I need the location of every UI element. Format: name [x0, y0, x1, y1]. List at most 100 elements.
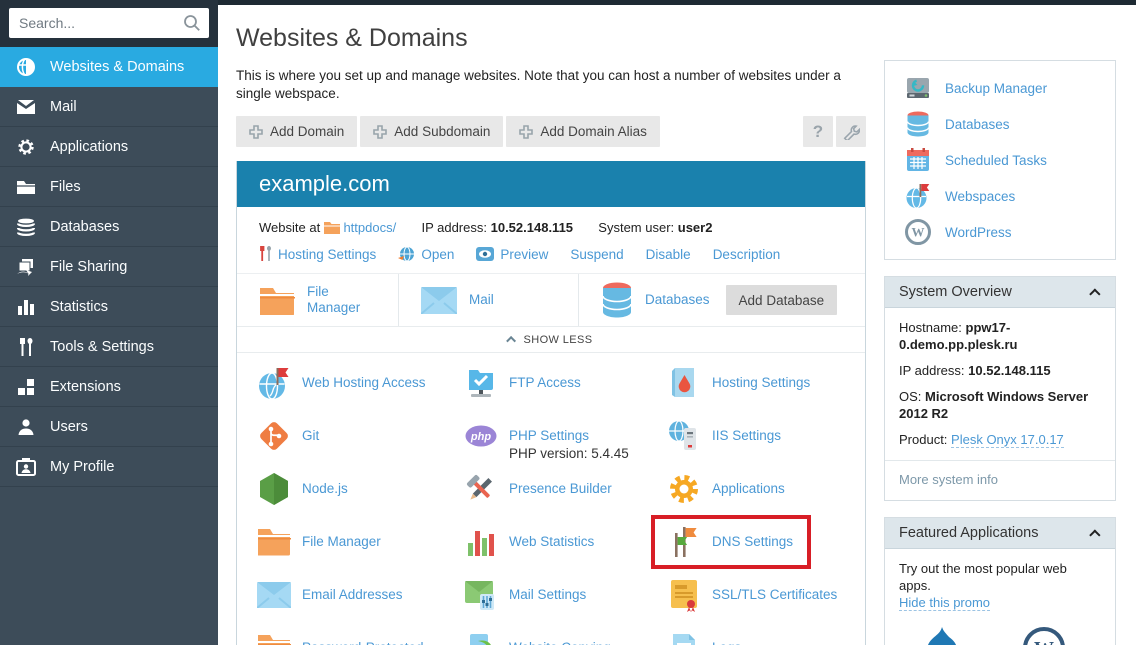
mail-shortcut[interactable]: Mail	[399, 274, 579, 326]
tools-icon	[15, 337, 37, 357]
wrench-icon	[843, 123, 860, 140]
sidebar-item-tools-settings[interactable]: Tools & Settings	[0, 327, 218, 367]
logs-icon	[667, 631, 701, 645]
share-icon	[15, 257, 37, 277]
backup-drive-icon	[905, 75, 931, 101]
page-description: This is where you set up and manage webs…	[236, 67, 862, 103]
help-button[interactable]: ?	[803, 116, 833, 147]
database-icon	[905, 111, 931, 137]
folder-icon	[257, 525, 291, 559]
grid-item-logs[interactable]: Logs	[667, 621, 865, 645]
gear-icon	[15, 137, 37, 157]
grid-item-email-addresses[interactable]: Email Addresses	[257, 568, 464, 621]
sidebar-item-my-profile[interactable]: My Profile	[0, 447, 218, 487]
rail-item-scheduled-tasks[interactable]: Scheduled Tasks	[885, 142, 1115, 178]
show-less-toggle[interactable]: SHOW LESS	[237, 326, 865, 353]
description-link[interactable]: Description	[713, 247, 781, 262]
grid-item-web-hosting-access[interactable]: Web Hosting Access	[257, 356, 464, 409]
grid-item-php-settings[interactable]: php PHP SettingsPHP version: 5.4.45	[464, 409, 667, 462]
iis-server-icon	[667, 419, 701, 453]
right-rail: Backup Manager Databases Scheduled Tasks…	[884, 60, 1116, 645]
domain-name: example.com	[259, 171, 390, 197]
rail-item-backup-manager[interactable]: Backup Manager	[885, 70, 1115, 106]
sidebar-item-label: Files	[50, 179, 81, 195]
sidebar-item-users[interactable]: Users	[0, 407, 218, 447]
sidebar-item-label: Databases	[50, 219, 119, 235]
sidebar: Websites & Domains Mail Applications Fil…	[0, 0, 218, 645]
add-subdomain-button[interactable]: Add Subdomain	[360, 116, 503, 147]
php-icon: php	[464, 419, 498, 453]
folder-icon	[15, 177, 37, 197]
main-column: Websites & Domains This is where you set…	[236, 5, 866, 645]
drupal-app-tile[interactable]: Drupal	[923, 627, 963, 645]
domain-card-header: example.com	[237, 161, 865, 207]
add-domain-button[interactable]: Add Domain	[236, 116, 357, 147]
sidebar-item-files[interactable]: Files	[0, 167, 218, 207]
httpdocs-link[interactable]: httpdocs/	[343, 220, 396, 235]
bar-chart-icon	[15, 297, 37, 317]
tools-icon	[259, 246, 272, 262]
copy-page-icon	[464, 631, 498, 645]
globe-flag-icon	[257, 366, 291, 400]
product-line: Product: Plesk Onyx 17.0.17	[899, 431, 1101, 448]
system-overview-header[interactable]: System Overview	[885, 277, 1115, 308]
featured-apps-row: Drupal W WordPress	[899, 627, 1101, 645]
suspend-link[interactable]: Suspend	[570, 247, 623, 262]
eye-icon	[476, 247, 494, 261]
grid-item-iis-settings[interactable]: IIS Settings	[667, 409, 865, 462]
wordpress-app-tile[interactable]: W WordPress	[1011, 627, 1078, 645]
grid-item-ftp-access[interactable]: FTP Access	[464, 356, 667, 409]
rail-item-webspaces[interactable]: Webspaces	[885, 178, 1115, 214]
sidebar-item-mail[interactable]: Mail	[0, 87, 218, 127]
disable-link[interactable]: Disable	[646, 247, 691, 262]
featured-applications-header[interactable]: Featured Applications	[885, 518, 1115, 549]
add-domain-alias-button[interactable]: Add Domain Alias	[506, 116, 660, 147]
more-system-info-link[interactable]: More system info	[899, 472, 998, 487]
grid-item-dns-settings[interactable]: DNS Settings	[667, 515, 865, 568]
sidebar-item-applications[interactable]: Applications	[0, 127, 218, 167]
rail-item-wordpress[interactable]: W WordPress	[885, 214, 1115, 250]
mail-icon	[421, 287, 457, 314]
tools-panel: Backup Manager Databases Scheduled Tasks…	[884, 60, 1116, 260]
grid-item-applications[interactable]: Applications	[667, 462, 865, 515]
extensions-icon	[15, 377, 37, 397]
grid-item-password-protected[interactable]: Password-Protected	[257, 621, 464, 645]
certificate-icon	[667, 578, 701, 612]
sidebar-item-label: Users	[50, 419, 88, 435]
search-icon[interactable]	[182, 13, 202, 36]
grid-item-presence-builder[interactable]: Presence Builder	[464, 462, 667, 515]
databases-shortcut[interactable]: Databases Add Database	[579, 274, 865, 326]
hosting-settings-link[interactable]: Hosting Settings	[259, 246, 376, 262]
sidebar-item-statistics[interactable]: Statistics	[0, 287, 218, 327]
settings-wrench-button[interactable]	[836, 116, 866, 147]
plus-icon	[249, 125, 263, 139]
open-site-link[interactable]: Open	[398, 246, 454, 262]
grid-item-file-manager[interactable]: File Manager	[257, 515, 464, 568]
preview-link[interactable]: Preview	[476, 247, 548, 262]
grid-item-mail-settings[interactable]: Mail Settings	[464, 568, 667, 621]
mail-sliders-icon	[464, 578, 498, 612]
grid-item-nodejs[interactable]: Node.js	[257, 462, 464, 515]
sidebar-item-extensions[interactable]: Extensions	[0, 367, 218, 407]
plus-icon	[373, 125, 387, 139]
ip-line: IP address: 10.52.148.115	[899, 362, 1101, 379]
rail-item-databases[interactable]: Databases	[885, 106, 1115, 142]
question-icon: ?	[813, 122, 823, 142]
file-manager-shortcut[interactable]: File Manager	[237, 274, 399, 326]
grid-item-ssl-certificates[interactable]: SSL/TLS Certificates	[667, 568, 865, 621]
product-version-link[interactable]: Plesk Onyx 17.0.17	[951, 432, 1064, 448]
database-icon	[601, 282, 633, 318]
search-input[interactable]	[9, 8, 209, 38]
wordpress-icon: W	[905, 219, 931, 245]
hide-promo-link[interactable]: Hide this promo	[899, 595, 990, 611]
sidebar-item-file-sharing[interactable]: File Sharing	[0, 247, 218, 287]
grid-item-hosting-settings[interactable]: Hosting Settings	[667, 356, 865, 409]
grid-item-web-statistics[interactable]: Web Statistics	[464, 515, 667, 568]
sidebar-item-label: Applications	[50, 139, 128, 155]
sidebar-item-databases[interactable]: Databases	[0, 207, 218, 247]
grid-item-website-copying[interactable]: Website Copying	[464, 621, 667, 645]
sidebar-item-websites-domains[interactable]: Websites & Domains	[0, 47, 218, 87]
add-database-button[interactable]: Add Database	[726, 285, 838, 315]
grid-item-git[interactable]: Git	[257, 409, 464, 462]
chevron-up-icon	[1089, 288, 1100, 299]
